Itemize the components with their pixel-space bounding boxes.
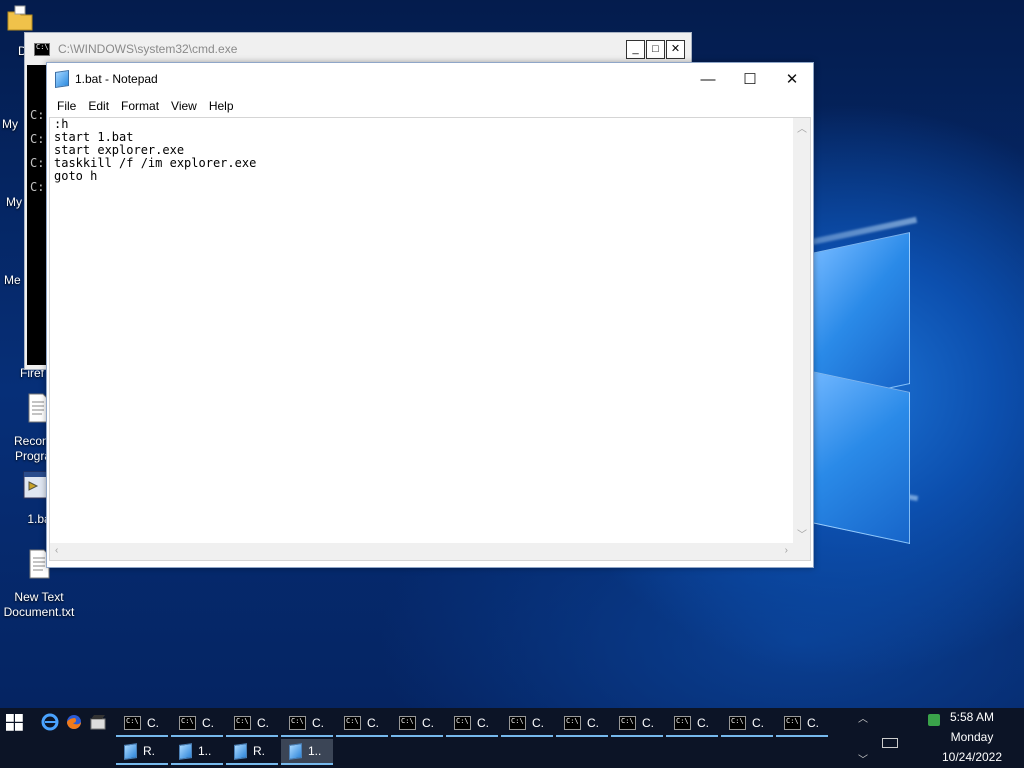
menu-format[interactable]: Format (115, 99, 165, 113)
internet-explorer-icon[interactable] (41, 713, 59, 731)
taskbar-button-notepad[interactable]: 1.. (171, 739, 223, 765)
cmd-icon (289, 716, 306, 730)
taskbar-button-label: C. (587, 716, 599, 730)
notepad-icon (234, 742, 247, 760)
scrollbar-corner (793, 543, 810, 560)
notepad-minimize-button[interactable]: — (687, 63, 729, 95)
taskbar-clock[interactable]: 5:58 AM Monday 10/24/2022 (932, 708, 1012, 767)
clock-day: Monday (950, 730, 994, 744)
notepad-menu-bar: File Edit Format View Help (47, 95, 813, 117)
cmd-icon (179, 716, 196, 730)
taskbar-button-cmd[interactable]: C. (226, 711, 278, 737)
notepad-maximize-button[interactable]: ☐ (729, 63, 771, 95)
notepad-icon (289, 742, 302, 760)
taskbar-button-cmd[interactable]: C. (281, 711, 333, 737)
chevron-up-icon: ︿ (858, 714, 868, 725)
taskbar-button-cmd[interactable]: C. (776, 711, 828, 737)
cmd-icon (674, 716, 691, 730)
vertical-scrollbar[interactable]: ︿ ﹀ (793, 118, 810, 543)
taskbar-button-label: C. (807, 716, 819, 730)
taskbar-button-label: 1.. (308, 744, 322, 758)
taskbar-button-cmd[interactable]: C. (336, 711, 388, 737)
firefox-icon[interactable] (65, 713, 83, 731)
taskbar-button-label: C. (312, 716, 324, 730)
chevron-down-icon: ﹀ (858, 755, 868, 766)
taskbar-button-label: C. (257, 716, 269, 730)
taskbar-button-cmd[interactable]: C. (446, 711, 498, 737)
taskbar-button-label: C. (477, 716, 489, 730)
scroll-up-icon[interactable]: ︿ (797, 120, 807, 135)
taskbar-button-label: R. (143, 744, 155, 758)
taskbar-button-cmd[interactable]: C. (666, 711, 718, 737)
taskbar-button-label: C. (422, 716, 434, 730)
horizontal-scrollbar[interactable]: ‹ › (50, 543, 793, 560)
taskbar-button-label: C. (367, 716, 379, 730)
menu-view[interactable]: View (165, 99, 203, 113)
taskbar-button-label: C. (532, 716, 544, 730)
tray-overflow-button[interactable]: ︿ ﹀ (852, 710, 874, 766)
cmd-icon (564, 716, 581, 730)
cmd-icon (729, 716, 746, 730)
cmd-icon (454, 716, 471, 730)
taskbar-button-label: C. (147, 716, 159, 730)
notepad-editor[interactable]: :h start 1.bat start explorer.exe taskki… (49, 117, 811, 561)
notepad-close-button[interactable]: ✕ (771, 63, 813, 95)
scroll-down-icon[interactable]: ﹀ (797, 526, 807, 541)
media-player-icon[interactable] (89, 713, 107, 731)
menu-edit[interactable]: Edit (82, 99, 115, 113)
cmd-title-bar[interactable]: C:\WINDOWS\system32\cmd.exe _ □ ✕ (25, 33, 691, 65)
taskbar-button-cmd[interactable]: C. (556, 711, 608, 737)
windows-logo-pane-bl (812, 371, 910, 544)
cmd-icon (784, 716, 801, 730)
notepad-window[interactable]: 1.bat - Notepad — ☐ ✕ File Edit Format V… (46, 62, 814, 568)
notepad-window-title: 1.bat - Notepad (75, 72, 158, 86)
taskbar-button-cmd[interactable]: C. (171, 711, 223, 737)
menu-help[interactable]: Help (203, 99, 240, 113)
taskbar-button-label: C. (697, 716, 709, 730)
taskbar-button-notepad[interactable]: 1.. (281, 739, 333, 765)
notepad-icon (179, 742, 192, 760)
windows-start-icon[interactable] (6, 714, 24, 732)
notepad-title-bar[interactable]: 1.bat - Notepad — ☐ ✕ (47, 63, 813, 95)
cmd-icon (234, 716, 251, 730)
scroll-right-icon[interactable]: › (785, 545, 788, 556)
taskbar-button-notepad[interactable]: R. (116, 739, 168, 765)
taskbar: C. C. C. C. C. C. C. C. C. C. C. C. C. R. 1.. R. 1.. ︿ … (0, 708, 1024, 768)
keyboard-icon[interactable] (882, 738, 898, 748)
scroll-left-icon[interactable]: ‹ (55, 545, 58, 556)
clock-time: 5:58 AM (949, 710, 995, 724)
cmd-icon (124, 716, 141, 730)
cmd-icon (619, 716, 636, 730)
taskbar-button-cmd[interactable]: C. (611, 711, 663, 737)
taskbar-button-cmd[interactable]: C. (391, 711, 443, 737)
taskbar-button-label: R. (253, 744, 265, 758)
cmd-window-title: C:\WINDOWS\system32\cmd.exe (58, 42, 238, 56)
taskbar-button-cmd[interactable]: C. (721, 711, 773, 737)
cmd-icon (509, 716, 526, 730)
taskbar-button-label: C. (202, 716, 214, 730)
cmd-icon (399, 716, 416, 730)
taskbar-button-cmd[interactable]: C. (116, 711, 168, 737)
cmd-minimize-button[interactable]: _ (626, 39, 645, 59)
clock-date: 10/24/2022 (941, 750, 1003, 764)
desktop-icon-label: New Text Document.txt (3, 590, 75, 619)
notepad-app-icon (55, 70, 69, 88)
cmd-app-icon (34, 42, 50, 56)
cmd-close-button[interactable]: ✕ (666, 39, 685, 59)
cmd-icon (344, 716, 361, 730)
folder-icon (7, 5, 33, 31)
taskbar-button-notepad[interactable]: R. (226, 739, 278, 765)
notepad-icon (124, 742, 137, 760)
menu-file[interactable]: File (51, 99, 82, 113)
taskbar-button-label: 1.. (198, 744, 212, 758)
notepad-text-area[interactable]: :h start 1.bat start explorer.exe taskki… (54, 118, 790, 542)
taskbar-button-label: C. (752, 716, 764, 730)
cmd-maximize-button[interactable]: □ (646, 39, 665, 59)
taskbar-button-label: C. (642, 716, 654, 730)
taskbar-button-cmd[interactable]: C. (501, 711, 553, 737)
